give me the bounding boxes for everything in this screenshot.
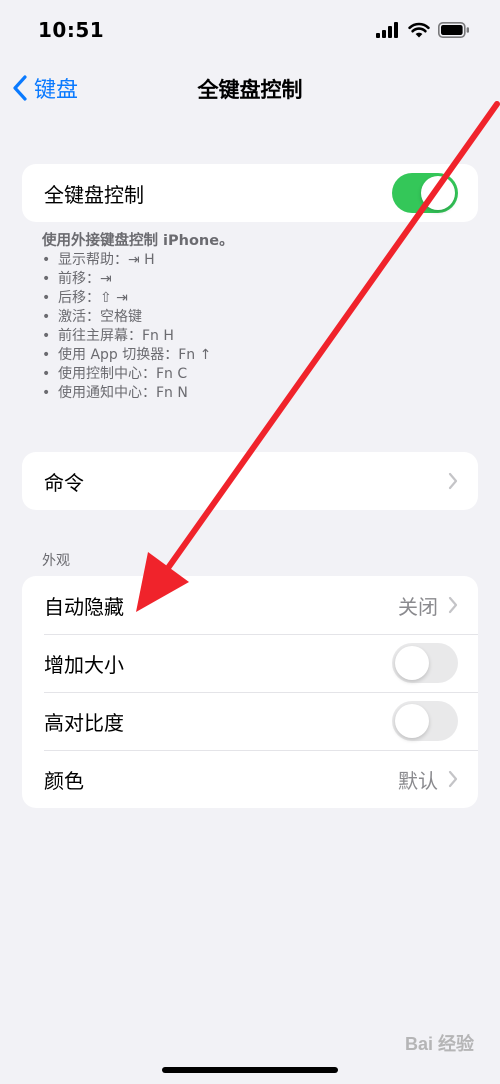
list-item: 显示帮助：⇥ H (42, 251, 234, 270)
list-item: 使用控制中心：Fn C (42, 365, 234, 384)
increase-size-row: 增加大小 (22, 634, 478, 692)
battery-icon (438, 22, 469, 38)
full-keyboard-control-row: 全键盘控制 (22, 164, 478, 222)
commands-row[interactable]: 命令 (22, 452, 478, 510)
chevron-right-icon (448, 472, 458, 490)
appearance-section-header: 外观 (42, 553, 70, 569)
high-contrast-toggle[interactable] (392, 701, 458, 741)
status-time: 10:51 (38, 18, 105, 42)
auto-hide-row[interactable]: 自动隐藏 关闭 (22, 576, 478, 634)
color-label: 颜色 (44, 768, 84, 793)
description-intro: 使用外接键盘控制 iPhone。 (42, 233, 234, 249)
page-title: 全键盘控制 (197, 78, 303, 102)
list-item: 后移：⇧ ⇥ (42, 289, 234, 308)
cellular-signal-icon (376, 22, 398, 38)
main-toggle-group: 全键盘控制 (22, 164, 478, 222)
full-keyboard-control-toggle[interactable] (392, 173, 458, 213)
toggle-knob (421, 176, 455, 210)
color-row[interactable]: 颜色 默认 (22, 750, 478, 808)
chevron-right-icon (448, 770, 458, 788)
watermark: Bai 经验 (404, 1034, 474, 1054)
settings-screen: 10:51 键盘 全键盘控制 全键盘控制 使用外接键盘控制 iPhone。 • … (0, 0, 500, 1084)
home-indicator[interactable] (162, 1067, 338, 1073)
color-value: 默认 (398, 768, 438, 793)
full-keyboard-control-label: 全键盘控制 (44, 182, 144, 207)
status-icons (376, 22, 470, 38)
list-item: 前往主屏幕：Fn H (42, 327, 234, 346)
shortcut-list: 显示帮助：⇥ H 前移：⇥ 后移：⇧ ⇥ 激活：空格键 前往主屏幕：Fn H 使… (42, 251, 234, 403)
commands-group: 命令 (22, 452, 478, 510)
shortcuts-description: 使用外接键盘控制 iPhone。 显示帮助：⇥ H 前移：⇥ 后移：⇧ ⇥ 激活… (42, 232, 234, 403)
wifi-icon (408, 22, 430, 38)
toggle-knob (395, 704, 429, 738)
annotation-arrow (136, 101, 500, 612)
chevron-right-icon (448, 596, 458, 614)
increase-size-toggle[interactable] (392, 643, 458, 683)
list-item: 使用通知中心：Fn N (42, 384, 234, 403)
high-contrast-label: 高对比度 (44, 710, 124, 735)
list-item: 前移：⇥ (42, 270, 234, 289)
appearance-group: 自动隐藏 关闭 增加大小 高对比度 颜色 默认 (22, 576, 478, 808)
auto-hide-value: 关闭 (398, 594, 438, 619)
list-item: 使用 App 切换器：Fn ↑ (42, 346, 234, 365)
auto-hide-label: 自动隐藏 (44, 594, 124, 619)
high-contrast-row: 高对比度 (22, 692, 478, 750)
toggle-knob (395, 646, 429, 680)
list-item: 激活：空格键 (42, 308, 234, 327)
commands-label: 命令 (44, 470, 84, 495)
increase-size-label: 增加大小 (44, 652, 124, 677)
